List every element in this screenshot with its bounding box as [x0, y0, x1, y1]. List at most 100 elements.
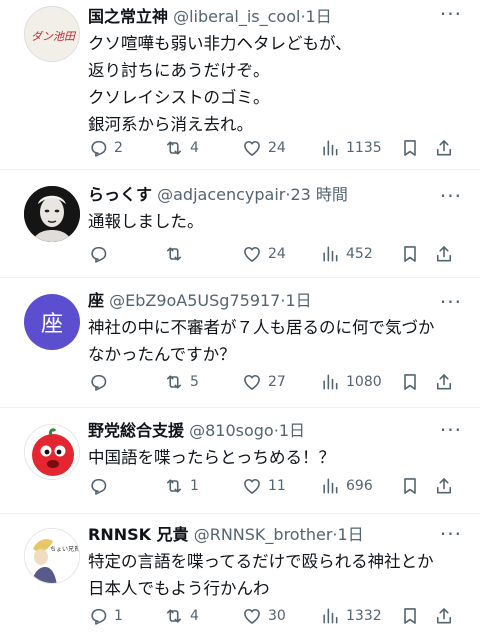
retweet-icon	[166, 141, 182, 155]
retweet-button[interactable]: 4	[164, 136, 199, 160]
view-count: 452	[346, 246, 373, 262]
retweet-count: 1	[190, 478, 199, 494]
reply-icon	[91, 608, 107, 625]
timestamp[interactable]: 1日	[338, 525, 364, 544]
view-count: 1080	[346, 374, 382, 390]
share-button[interactable]	[434, 604, 454, 628]
share-button[interactable]	[434, 136, 454, 160]
views-button[interactable]: 696	[320, 474, 373, 498]
like-button[interactable]: 11	[242, 474, 286, 498]
share-icon	[436, 140, 452, 156]
bookmark-button[interactable]	[400, 136, 420, 160]
bookmark-icon	[404, 608, 416, 624]
reply-icon	[91, 246, 107, 263]
bookmark-button[interactable]	[400, 370, 420, 394]
timestamp[interactable]: 1日	[279, 421, 305, 440]
like-icon	[244, 140, 260, 156]
avatar[interactable]: ダン池田	[24, 6, 80, 62]
display-name[interactable]: RNNSK 兄貴	[88, 525, 189, 544]
share-button[interactable]	[434, 474, 454, 498]
avatar-text: 座	[40, 312, 63, 337]
reply-button[interactable]: 1	[88, 604, 123, 628]
retweet-button[interactable]: 4	[164, 604, 199, 628]
share-icon	[436, 246, 452, 262]
view-count: 1135	[346, 140, 382, 156]
share-icon	[436, 374, 452, 390]
view-count: 696	[346, 478, 373, 494]
avatar[interactable]: ちょい兄貴	[24, 528, 80, 584]
view-count: 1332	[346, 608, 382, 624]
display-name[interactable]: 座	[88, 291, 104, 310]
more-icon[interactable]: ···	[440, 420, 462, 440]
bookmark-button[interactable]	[400, 604, 420, 628]
display-name[interactable]: らっくす	[88, 185, 152, 204]
reply-button[interactable]	[88, 242, 108, 266]
post[interactable]: ··· 座 座 @EbZ9oA5USg75917·1日 神社の中に不審者が７人も…	[0, 278, 480, 408]
post[interactable]: ··· ちょい兄貴 RNNSK 兄貴 @RNNSK_brother·1日 特定の…	[0, 514, 480, 635]
share-button[interactable]	[434, 242, 454, 266]
action-bar: 2 4 24 1135	[88, 136, 468, 160]
bookmark-icon	[404, 478, 416, 494]
action-bar: 24 452	[88, 242, 468, 266]
reply-icon	[91, 140, 107, 157]
bookmark-icon	[404, 140, 416, 156]
bookmark-button[interactable]	[400, 242, 420, 266]
like-button[interactable]: 24	[242, 242, 286, 266]
share-button[interactable]	[434, 370, 454, 394]
action-bar: 1 11 696	[88, 474, 468, 498]
action-bar: 1 4 30 1332	[88, 604, 468, 628]
user-handle[interactable]: @EbZ9oA5USg75917	[109, 291, 280, 310]
timestamp[interactable]: 1日	[285, 291, 311, 310]
retweet-button[interactable]: 5	[164, 370, 199, 394]
post[interactable]: ··· ダン池田 国之常立神 @liberal_is_cool·1日 クソ喧嘩も…	[0, 0, 480, 170]
post-text: クソ喧嘩も弱い非力ヘタレどもが、 返り討ちにあうだけぞ。 クソレイシストのゴミ。…	[88, 30, 440, 138]
like-button[interactable]: 27	[242, 370, 286, 394]
display-name[interactable]: 野党総合支援	[88, 421, 184, 440]
retweet-count: 5	[190, 374, 199, 390]
retweet-button[interactable]	[164, 242, 184, 266]
views-button[interactable]: 1135	[320, 136, 382, 160]
post-text-line: 通報しました。	[88, 212, 204, 231]
avatar-image: ダン池田	[25, 7, 79, 61]
views-button[interactable]: 1332	[320, 604, 382, 628]
bookmark-button[interactable]	[400, 474, 420, 498]
user-handle[interactable]: @liberal_is_cool	[173, 7, 300, 26]
post-text-line: 神社の中に不審者が７人も居るのに何で気づか	[88, 318, 435, 337]
views-button[interactable]: 452	[320, 242, 373, 266]
post[interactable]: ··· 野党総合支援 @810sogo·1日 中国語を喋ったらとっちめる！？ 1…	[0, 408, 480, 514]
more-icon[interactable]: ···	[440, 186, 462, 206]
user-handle[interactable]: @adjacencypair	[157, 185, 285, 204]
post-text-line: 返り討ちにあうだけぞ。	[88, 61, 270, 80]
more-icon[interactable]: ···	[440, 4, 462, 24]
post-text: 神社の中に不審者が７人も居るのに何で気づか なかったんですか？	[88, 314, 440, 368]
more-icon[interactable]: ···	[440, 292, 462, 312]
like-button[interactable]: 30	[242, 604, 286, 628]
avatar[interactable]	[24, 186, 80, 242]
retweet-button[interactable]: 1	[164, 474, 199, 498]
views-button[interactable]: 1080	[320, 370, 382, 394]
reply-icon	[91, 374, 107, 391]
retweet-icon	[166, 479, 182, 493]
post-header: 野党総合支援 @810sogo·1日	[88, 420, 440, 442]
user-handle[interactable]: @RNNSK_brother	[194, 525, 333, 544]
timestamp[interactable]: 23 時間	[290, 185, 347, 204]
timestamp[interactable]: 1日	[306, 7, 332, 26]
post[interactable]: ··· らっくす @adjacencypair·23 時間 通報しました。 24…	[0, 170, 480, 278]
like-count: 24	[268, 246, 286, 262]
like-icon	[244, 478, 260, 494]
avatar[interactable]	[24, 424, 80, 480]
reply-icon	[91, 478, 107, 495]
post-text: 中国語を喋ったらとっちめる！？	[88, 444, 440, 471]
post-text: 通報しました。	[88, 208, 440, 235]
retweet-icon	[166, 609, 182, 623]
avatar[interactable]: 座	[24, 294, 80, 350]
reply-button[interactable]: 2	[88, 136, 123, 160]
display-name[interactable]: 国之常立神	[88, 7, 168, 26]
reply-button[interactable]	[88, 474, 108, 498]
reply-button[interactable]	[88, 370, 108, 394]
avatar-image: ちょい兄貴	[25, 529, 79, 583]
user-handle[interactable]: @810sogo	[189, 421, 274, 440]
views-icon	[323, 246, 338, 262]
more-icon[interactable]: ···	[440, 524, 462, 544]
like-button[interactable]: 24	[242, 136, 286, 160]
